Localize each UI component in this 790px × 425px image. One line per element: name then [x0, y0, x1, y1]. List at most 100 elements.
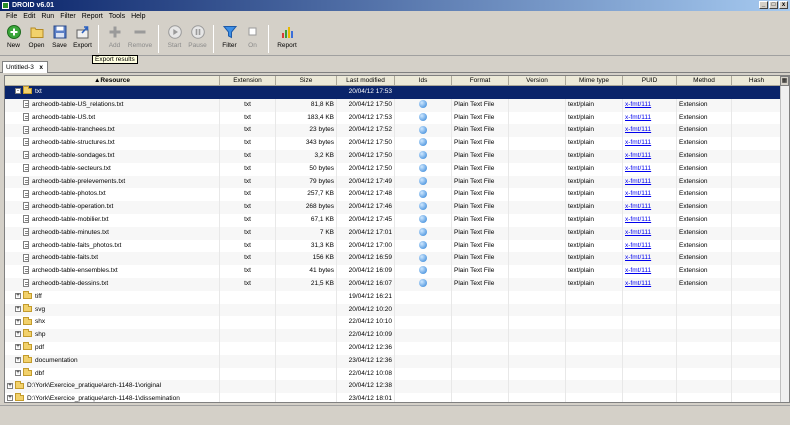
resource-cell[interactable]: + tiff — [5, 290, 220, 304]
resource-cell[interactable]: archeodb-table-US.txt — [5, 111, 220, 125]
resource-cell[interactable]: archeodb-table-faits_photos.txt — [5, 239, 220, 253]
column-header-method[interactable]: Method — [677, 76, 732, 86]
table-row[interactable]: archeodb-table-ensembles.txt txt 41 bytes 2… — [5, 265, 789, 278]
vertical-scrollbar[interactable] — [780, 86, 789, 402]
open-button[interactable]: Open — [25, 22, 48, 56]
resource-cell[interactable]: archeodb-table-tranchees.txt — [5, 124, 220, 138]
collapse-icon[interactable]: - — [15, 88, 21, 95]
resource-cell[interactable]: archeodb-table-faits.txt — [5, 252, 220, 266]
new-button[interactable]: New — [2, 22, 25, 56]
puid-link[interactable]: x-fmt/111 — [625, 203, 651, 210]
column-header-resource[interactable]: ▲Resource — [5, 76, 220, 86]
puid-link[interactable]: x-fmt/111 — [625, 190, 651, 197]
table-row[interactable]: archeodb-table-mobilier.txt txt 67,1 KB 20/… — [5, 213, 789, 227]
export-button[interactable]: Export — [71, 22, 94, 56]
table-row[interactable]: archeodb-table-minutes.txt txt 7 KB 20/04/1… — [5, 226, 789, 240]
table-row[interactable]: + tiff 19/04/12 16:21 — [5, 290, 789, 304]
resource-cell[interactable]: + shx — [5, 316, 220, 330]
puid-link[interactable]: x-fmt/111 — [625, 280, 651, 287]
resource-cell[interactable]: archeodb-table-prelevements.txt — [5, 175, 220, 189]
table-row[interactable]: archeodb-table-tranchees.txt txt 23 bytes 2… — [5, 124, 789, 138]
column-header-hash[interactable]: Hash — [732, 76, 782, 86]
table-row[interactable]: archeodb-table-prelevements.txt txt 79 byt… — [5, 175, 789, 189]
resource-cell[interactable]: - txt — [5, 86, 220, 99]
puid-link[interactable]: x-fmt/111 — [625, 152, 651, 159]
expand-icon[interactable]: + — [15, 369, 21, 376]
expand-icon[interactable]: + — [15, 293, 21, 300]
resource-cell[interactable]: archeodb-table-mobilier.txt — [5, 213, 220, 227]
expand-icon[interactable]: + — [15, 357, 21, 364]
table-row[interactable]: archeodb-table-faits.txt txt 156 KB 20/04/1… — [5, 252, 789, 266]
resource-cell[interactable]: + shp — [5, 329, 220, 342]
puid-link[interactable]: x-fmt/111 — [625, 267, 651, 274]
column-header-puid[interactable]: PUID — [623, 76, 677, 86]
pause-button[interactable]: Pause — [186, 22, 209, 56]
table-row[interactable]: + D:\York\Exercice_pratique\arch-1148-1\d… — [5, 393, 789, 402]
start-button[interactable]: Start — [163, 22, 186, 56]
column-chooser-icon[interactable]: ▦ — [780, 76, 789, 86]
resource-cell[interactable]: archeodb-table-photos.txt — [5, 188, 220, 202]
table-row[interactable]: archeodb-table-dessins.txt txt 21,5 KB 20/0… — [5, 277, 789, 291]
resource-cell[interactable]: archeodb-table-sondages.txt — [5, 149, 220, 163]
menu-edit[interactable]: Edit — [20, 11, 38, 22]
resource-cell[interactable]: + documentation — [5, 354, 220, 368]
puid-link[interactable]: x-fmt/111 — [625, 139, 651, 146]
expand-icon[interactable]: + — [15, 331, 21, 338]
puid-link[interactable]: x-fmt/111 — [625, 126, 651, 133]
column-header-ids[interactable]: Ids — [395, 76, 452, 86]
table-row[interactable]: archeodb-table-US.txt txt 183,4 KB 20/04/12… — [5, 111, 789, 125]
table-row[interactable]: + dbf 22/04/12 10:08 — [5, 367, 789, 381]
resource-cell[interactable]: + D:\York\Exercice_pratique\arch-1148-1\d… — [5, 393, 220, 402]
table-row[interactable]: archeodb-table-structures.txt txt 343 byte… — [5, 137, 789, 150]
expand-icon[interactable]: + — [15, 344, 21, 351]
menu-filter[interactable]: Filter — [57, 11, 79, 22]
puid-link[interactable]: x-fmt/111 — [625, 178, 651, 185]
column-header-version[interactable]: Version — [509, 76, 566, 86]
minimize-button[interactable]: _ — [759, 1, 768, 9]
puid-link[interactable]: x-fmt/111 — [625, 101, 651, 108]
puid-link[interactable]: x-fmt/111 — [625, 254, 651, 261]
puid-link[interactable]: x-fmt/111 — [625, 216, 651, 223]
resource-cell[interactable]: archeodb-table-minutes.txt — [5, 226, 220, 240]
menu-help[interactable]: Help — [128, 11, 148, 22]
resource-cell[interactable]: archeodb-table-operation.txt — [5, 201, 220, 214]
resource-cell[interactable]: archeodb-table-dessins.txt — [5, 277, 220, 291]
menu-file[interactable]: File — [3, 11, 20, 22]
column-header-mime-type[interactable]: Mime type — [566, 76, 623, 86]
table-row[interactable]: archeodb-table-secteurs.txt txt 50 bytes 20… — [5, 162, 789, 176]
column-header-size[interactable]: Size — [276, 76, 337, 86]
column-header-format[interactable]: Format — [452, 76, 509, 86]
table-row[interactable]: archeodb-table-operation.txt txt 268 bytes… — [5, 201, 789, 214]
table-row[interactable]: - txt 20/04/12 17:53 — [5, 86, 789, 99]
table-row[interactable]: + pdf 20/04/12 12:36 — [5, 341, 789, 355]
puid-link[interactable]: x-fmt/111 — [625, 165, 651, 172]
resource-cell[interactable]: + D:\York\Exercice_pratique\arch-1148-1\o… — [5, 380, 220, 394]
resource-cell[interactable]: archeodb-table-ensembles.txt — [5, 265, 220, 278]
table-row[interactable]: archeodb-table-US_relations.txt txt 81,8 K… — [5, 98, 789, 112]
puid-link[interactable]: x-fmt/111 — [625, 229, 651, 236]
table-row[interactable]: + D:\York\Exercice_pratique\arch-1148-1\o… — [5, 380, 789, 394]
table-row[interactable]: + svg 20/04/12 10:20 — [5, 303, 789, 317]
resource-cell[interactable]: + svg — [5, 303, 220, 317]
expand-icon[interactable]: + — [15, 305, 21, 312]
table-row[interactable]: + shx 22/04/12 10:10 — [5, 316, 789, 330]
expand-icon[interactable]: + — [7, 395, 13, 402]
table-row[interactable]: archeodb-table-sondages.txt txt 3,2 KB 20/0… — [5, 149, 789, 163]
expand-icon[interactable]: + — [15, 318, 21, 325]
table-row[interactable]: + shp 22/04/12 10:09 — [5, 329, 789, 342]
table-row[interactable]: archeodb-table-faits_photos.txt txt 31,3 K… — [5, 239, 789, 253]
add-button[interactable]: Add — [103, 22, 126, 56]
resource-cell[interactable]: archeodb-table-structures.txt — [5, 137, 220, 150]
resource-cell[interactable]: archeodb-table-secteurs.txt — [5, 162, 220, 176]
close-button[interactable]: x — [779, 1, 788, 9]
resource-cell[interactable]: + pdf — [5, 341, 220, 355]
expand-icon[interactable]: + — [7, 382, 13, 389]
table-row[interactable]: archeodb-table-photos.txt txt 257,7 KB 20/0… — [5, 188, 789, 202]
filter-on-toggle[interactable]: On — [241, 22, 264, 56]
report-button[interactable]: Report — [273, 22, 301, 56]
tab-close-icon[interactable]: x — [39, 62, 43, 73]
puid-link[interactable]: x-fmt/111 — [625, 114, 651, 121]
menu-tools[interactable]: Tools — [106, 11, 128, 22]
filter-button[interactable]: Filter — [218, 22, 241, 56]
maximize-button[interactable]: □ — [769, 1, 778, 9]
